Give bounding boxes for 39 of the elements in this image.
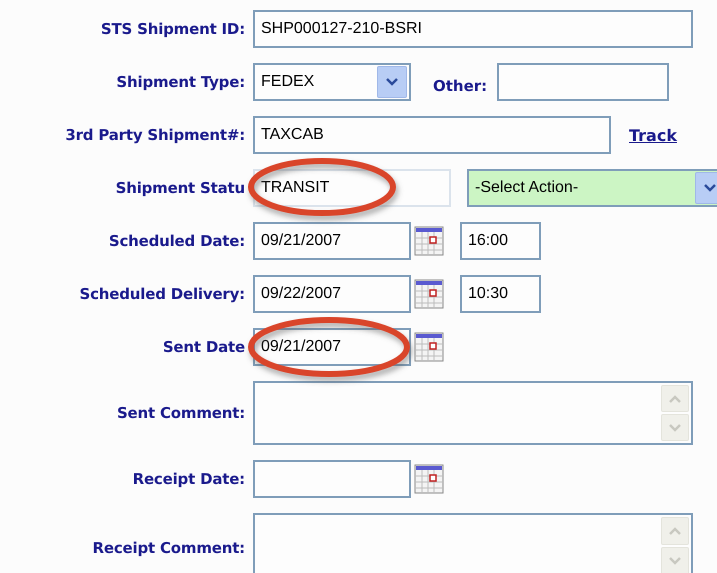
calendar-icon[interactable] — [414, 226, 444, 256]
text-field[interactable]: TRANSIT — [253, 169, 451, 207]
dropdown[interactable]: FEDEX — [253, 63, 411, 101]
scroll-up-button[interactable] — [661, 385, 689, 412]
text-field[interactable]: SHP000127-210-BSRI — [253, 10, 693, 48]
chevron-down-icon — [703, 183, 717, 193]
field-label: Receipt Date: — [132, 470, 245, 488]
field-label: 3rd Party Shipment#: — [65, 126, 245, 144]
scroll-up-button[interactable] — [661, 517, 689, 545]
chevron-up-icon — [668, 526, 682, 536]
field-label: Scheduled Delivery: — [80, 285, 245, 303]
date-field[interactable]: 09/22/2007 — [253, 275, 411, 313]
time-field[interactable]: 10:30 — [460, 275, 541, 313]
comment-field[interactable] — [253, 381, 693, 445]
field-label: Shipment Statu — [116, 179, 245, 197]
scroll-down-button[interactable] — [661, 414, 689, 441]
time-field[interactable]: 16:00 — [460, 222, 541, 260]
calendar-icon[interactable] — [414, 332, 444, 362]
field-label: Receipt Comment: — [92, 539, 245, 557]
field-label: Shipment Type: — [116, 73, 245, 91]
track-link[interactable]: Track — [629, 126, 677, 144]
date-field[interactable] — [253, 460, 411, 498]
calendar-icon[interactable] — [414, 279, 444, 309]
scroll-down-button[interactable] — [661, 547, 689, 573]
chevron-up-icon — [668, 394, 682, 404]
field-label: STS Shipment ID: — [100, 20, 245, 38]
text-field[interactable]: TAXCAB — [253, 116, 611, 154]
action-dropdown[interactable]: -Select Action- — [467, 169, 717, 207]
field-label: Sent Comment: — [116, 404, 245, 422]
chevron-down-icon — [385, 77, 399, 87]
calendar-icon[interactable] — [414, 464, 444, 494]
field-label: Other: — [433, 77, 488, 95]
comment-field[interactable] — [253, 513, 693, 573]
field-label: Sent Date — [162, 338, 245, 356]
chevron-down-icon — [668, 556, 682, 566]
date-field[interactable]: 09/21/2007 — [253, 222, 411, 260]
chevron-down-icon — [668, 422, 682, 432]
text-field[interactable] — [497, 63, 670, 101]
field-label: Scheduled Date: — [108, 232, 245, 250]
